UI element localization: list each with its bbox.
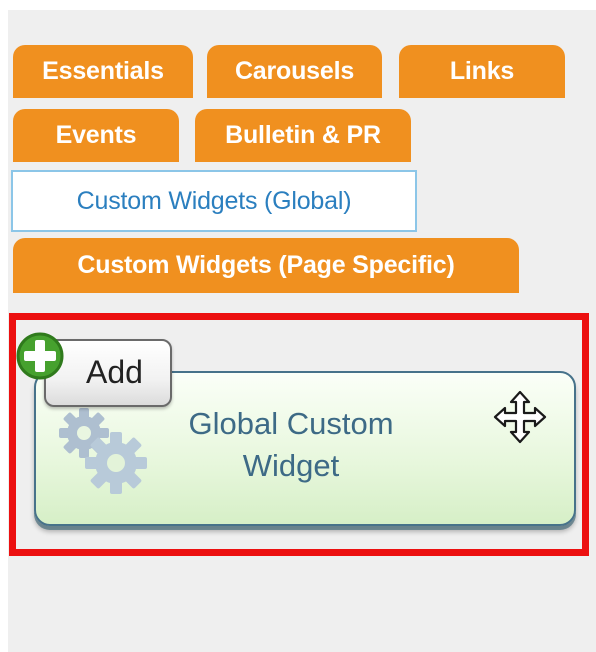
- widget-title: Global Custom Widget: [188, 406, 394, 483]
- tab-events[interactable]: Events: [13, 109, 179, 162]
- tab-essentials[interactable]: Essentials: [13, 45, 193, 98]
- move-arrows-icon[interactable]: [492, 389, 548, 445]
- gears-icon: [59, 408, 147, 494]
- plus-circle-icon[interactable]: [15, 331, 65, 381]
- add-label: Add: [86, 354, 143, 390]
- tab-custom-widgets-page-specific[interactable]: Custom Widgets (Page Specific): [13, 238, 519, 293]
- tab-custom-widgets-global[interactable]: Custom Widgets (Global): [11, 170, 417, 232]
- tab-bulletin-pr[interactable]: Bulletin & PR: [195, 109, 411, 162]
- tab-carousels[interactable]: Carousels: [207, 45, 382, 98]
- tab-links[interactable]: Links: [399, 45, 565, 98]
